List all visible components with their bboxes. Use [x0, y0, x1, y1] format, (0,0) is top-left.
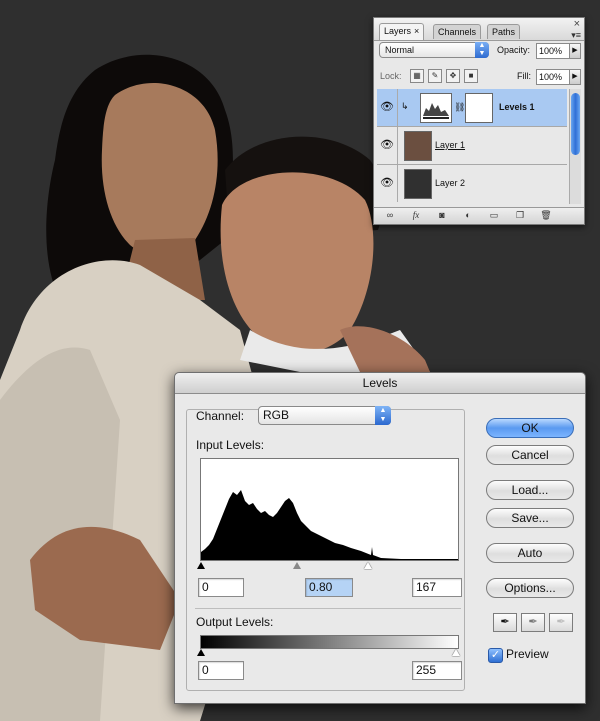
input-gamma-slider[interactable]: [293, 562, 301, 569]
layer-row-layer-1[interactable]: 👁 Layer 1: [377, 127, 567, 165]
opacity-input[interactable]: 100%: [536, 43, 570, 59]
eye-icon[interactable]: 👁: [377, 89, 398, 126]
layer-thumbnail: [404, 169, 432, 199]
layer-mask-thumbnail[interactable]: [465, 93, 493, 123]
layers-scrollbar[interactable]: [569, 89, 581, 204]
opacity-arrow-icon[interactable]: ▶: [569, 43, 581, 59]
mask-icon[interactable]: ◙: [434, 209, 450, 222]
opacity-label: Opacity:: [497, 45, 531, 55]
save-button[interactable]: Save...: [486, 508, 574, 528]
select-arrows-icon: ▲ ▼: [475, 42, 489, 58]
divider: [195, 608, 461, 609]
tab-channels[interactable]: Channels: [433, 24, 482, 39]
lock-all-icon[interactable]: ■: [464, 69, 478, 83]
lock-label: Lock:: [380, 71, 402, 81]
woman-face: [101, 82, 218, 257]
trash-icon[interactable]: 🗑: [538, 209, 554, 222]
layer-name-layer-2: Layer 2: [435, 178, 466, 188]
levels-dialog: Levels Channel: RGB ▲ ▼ Input Levels: 0 0…: [174, 372, 586, 704]
layers-panel: Layers × Channels Paths × ▾≡ Normal ▲ ▼ Op…: [373, 17, 585, 225]
input-gamma-field[interactable]: 0.80: [305, 578, 353, 597]
load-button[interactable]: Load...: [486, 480, 574, 500]
fill-label: Fill:: [517, 71, 531, 81]
fill-input[interactable]: 100%: [536, 69, 570, 85]
output-gradient: [200, 635, 459, 649]
blend-mode-select[interactable]: Normal ▲ ▼: [379, 42, 489, 58]
layer-thumbnail: [404, 131, 432, 161]
histogram: [200, 458, 459, 561]
output-black-field[interactable]: 0: [198, 661, 244, 680]
gray-eyedropper-icon[interactable]: ✒: [521, 613, 545, 632]
scroll-thumb[interactable]: [571, 93, 580, 155]
output-levels-label: Output Levels:: [196, 615, 274, 629]
white-eyedropper-icon[interactable]: ✒: [549, 613, 573, 632]
auto-button[interactable]: Auto: [486, 543, 574, 563]
tab-paths-label: Paths: [492, 27, 516, 37]
lock-pixels-icon[interactable]: ✎: [428, 69, 442, 83]
blend-mode-value: Normal: [385, 45, 415, 55]
tab-layers[interactable]: Layers ×: [379, 23, 425, 40]
lock-transparency-icon[interactable]: ▦: [410, 69, 424, 83]
fx-icon[interactable]: fx: [408, 209, 424, 222]
tab-channels-label: Channels: [438, 27, 477, 37]
output-white-field[interactable]: 255: [412, 661, 462, 680]
lock-position-icon[interactable]: ✥: [446, 69, 460, 83]
close-tab-icon[interactable]: ×: [414, 26, 419, 36]
layer-name-layer-1: Layer 1: [435, 140, 466, 150]
ok-button[interactable]: OK: [486, 418, 574, 438]
layers-panel-footer: ∞ fx ◙ ◐ ▭ ❐ 🗑: [374, 207, 584, 224]
channel-value: RGB: [263, 408, 290, 422]
link-icon[interactable]: ∞: [382, 209, 398, 222]
input-levels-label: Input Levels:: [196, 438, 265, 452]
dialog-title: Levels: [175, 373, 585, 394]
input-black-field[interactable]: 0: [198, 578, 244, 597]
histogram-shape: [201, 490, 458, 560]
input-black-slider[interactable]: [197, 562, 205, 569]
layer-row-levels-1[interactable]: 👁 ↳ ⛓ Levels 1: [377, 89, 567, 127]
input-white-field[interactable]: 167: [412, 578, 462, 597]
group-icon[interactable]: ▭: [486, 209, 502, 222]
layers-panel-tabbar: Layers × Channels Paths × ▾≡: [374, 18, 584, 41]
tab-layers-label: Layers: [384, 26, 412, 36]
close-icon[interactable]: ×: [574, 18, 580, 30]
output-black-slider[interactable]: [197, 649, 205, 656]
eye-icon[interactable]: 👁: [377, 127, 398, 164]
new-layer-icon[interactable]: ❐: [512, 209, 528, 222]
preview-checkbox[interactable]: ✓: [488, 648, 503, 663]
adjustment-icon[interactable]: ◐: [460, 209, 476, 222]
preview-label[interactable]: Preview: [506, 647, 549, 661]
black-eyedropper-icon[interactable]: ✒: [493, 613, 517, 632]
chain-link-icon[interactable]: ⛓: [454, 102, 465, 113]
output-white-slider[interactable]: [452, 649, 460, 656]
input-white-slider[interactable]: [364, 562, 372, 569]
channel-label: Channel:: [196, 409, 245, 423]
fill-arrow-icon[interactable]: ▶: [569, 69, 581, 85]
eye-icon[interactable]: 👁: [377, 165, 398, 202]
tab-paths[interactable]: Paths: [487, 24, 521, 39]
panel-menu-icon[interactable]: ▾≡: [571, 30, 581, 41]
adjustment-thumbnail: [420, 93, 452, 123]
options-button[interactable]: Options...: [486, 578, 574, 598]
select-arrows-icon: ▲ ▼: [375, 406, 391, 425]
cancel-button[interactable]: Cancel: [486, 445, 574, 465]
channel-select[interactable]: RGB ▲ ▼: [258, 406, 391, 425]
clip-arrow-icon: ↳: [401, 101, 409, 111]
man-face: [220, 172, 374, 354]
layer-name-levels-1: Levels 1: [499, 102, 535, 112]
layer-row-layer-2[interactable]: 👁 Layer 2: [377, 165, 567, 203]
